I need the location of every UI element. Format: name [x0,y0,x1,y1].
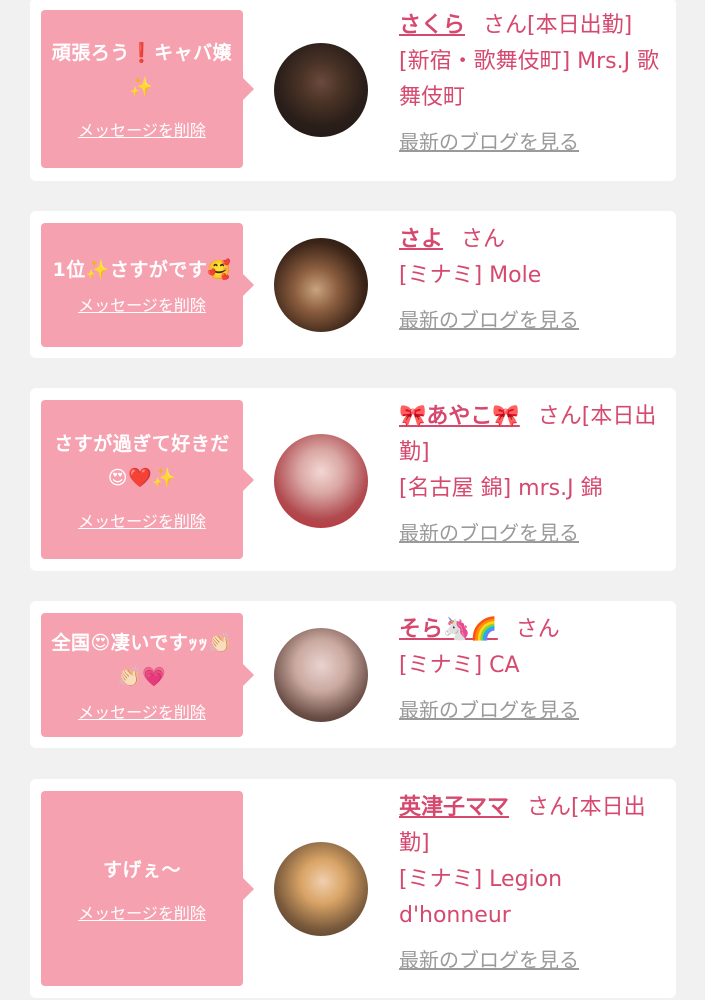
shop-name: [ミナミ] CA [399,653,520,678]
shop-name: [ミナミ] Legion d'honneur [399,867,563,928]
avatar[interactable] [274,628,368,722]
message-bubble: 全国😍凄いですｯｯ👏🏻👏🏻💗 メッセージを削除 [41,613,254,737]
latest-blog-link[interactable]: 最新のブログを見る [399,694,579,723]
avatar[interactable] [274,238,368,332]
message-card: さすが過ぎて好きだ😍❤️✨ メッセージを削除 🎀あやこ🎀 さん[本日出勤] [名古… [30,388,676,571]
message-bubble: 頑張ろう❗キャバ嬢✨ メッセージを削除 [41,10,254,168]
cast-status: さん [515,617,560,642]
delete-message-link[interactable]: メッセージを削除 [78,511,206,533]
cast-info: さよ さん [ミナミ] Mole 最新のブログを見る [399,222,671,333]
message-text: 頑張ろう❗キャバ嬢✨ [51,42,233,98]
cast-info: そら🦄🌈 さん [ミナミ] CA 最新のブログを見る [399,612,671,723]
cast-status: さん [461,227,506,252]
message-text: 1位✨さすがです🥰 [52,259,232,281]
message-text: さすが過ぎて好きだ😍❤️✨ [54,432,230,489]
cast-name-link[interactable]: そら🦄🌈 [399,617,498,642]
latest-blog-link[interactable]: 最新のブログを見る [399,126,579,155]
message-bubble: 1位✨さすがです🥰 メッセージを削除 [41,223,254,347]
message-text: すげぇ〜 [102,858,181,881]
shop-name: [ミナミ] Mole [399,263,542,288]
cast-info: 🎀あやこ🎀 さん[本日出勤] [名古屋 錦] mrs.J 錦 最新のブログを見る [399,399,671,546]
message-bubble: さすが過ぎて好きだ😍❤️✨ メッセージを削除 [41,400,254,559]
avatar[interactable] [274,842,368,936]
cast-info: 英津子ママ さん[本日出勤] [ミナミ] Legion d'honneur 最新の… [399,790,671,973]
delete-message-link[interactable]: メッセージを削除 [78,702,206,724]
cast-info: さくら さん[本日出勤] [新宿・歌舞伎町] Mrs.J 歌舞伎町 最新のブログを… [399,8,671,155]
latest-blog-link[interactable]: 最新のブログを見る [399,304,579,333]
shop-name: [新宿・歌舞伎町] Mrs.J 歌舞伎町 [399,49,660,110]
latest-blog-link[interactable]: 最新のブログを見る [399,517,579,546]
cast-name-link[interactable]: さくら [399,13,465,38]
avatar[interactable] [274,43,368,137]
cast-status: さん[本日出勤] [483,13,633,38]
cast-name-link[interactable]: 英津子ママ [399,795,509,820]
message-card: すげぇ〜 メッセージを削除 英津子ママ さん[本日出勤] [ミナミ] Legion… [30,779,676,998]
cast-name-link[interactable]: さよ [399,227,443,252]
message-text: 全国😍凄いですｯｯ👏🏻👏🏻💗 [51,632,233,688]
delete-message-link[interactable]: メッセージを削除 [78,903,206,925]
avatar[interactable] [274,434,368,528]
message-card: 1位✨さすがです🥰 メッセージを削除 さよ さん [ミナミ] Mole 最新のブロ… [30,211,676,358]
delete-message-link[interactable]: メッセージを削除 [78,295,206,317]
message-card: 全国😍凄いですｯｯ👏🏻👏🏻💗 メッセージを削除 そら🦄🌈 さん [ミナミ] CA … [30,601,676,748]
delete-message-link[interactable]: メッセージを削除 [78,120,206,142]
shop-name: [名古屋 錦] mrs.J 錦 [399,476,603,501]
cast-name-link[interactable]: 🎀あやこ🎀 [399,404,520,429]
message-bubble: すげぇ〜 メッセージを削除 [41,791,254,986]
latest-blog-link[interactable]: 最新のブログを見る [399,944,579,973]
message-card: 頑張ろう❗キャバ嬢✨ メッセージを削除 さくら さん[本日出勤] [新宿・歌舞伎町… [30,0,676,181]
